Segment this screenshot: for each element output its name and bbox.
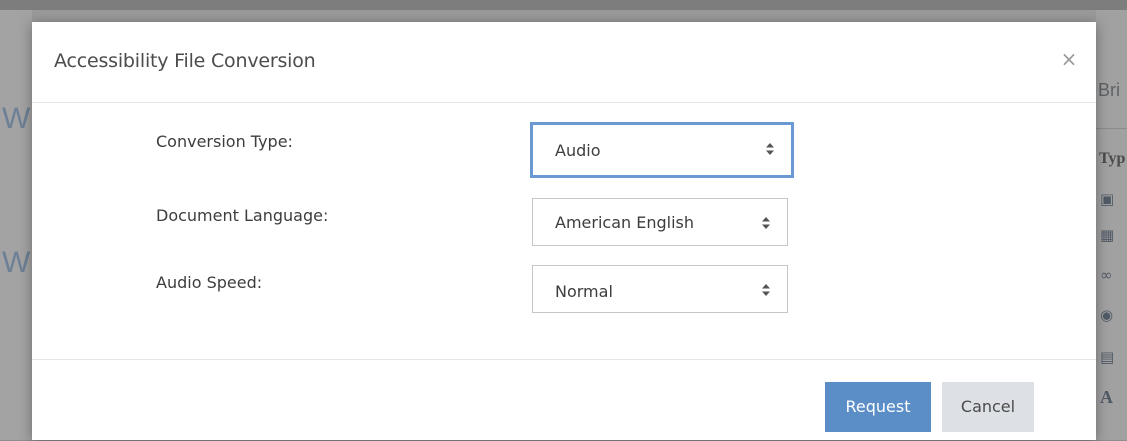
- table-icon: ▤: [1100, 348, 1115, 366]
- link-icon: ∞: [1100, 266, 1113, 284]
- document-language-row: Document Language: American English: [32, 198, 1096, 248]
- document-language-value: American English: [555, 213, 694, 232]
- document-language-label: Document Language:: [156, 206, 329, 225]
- audio-speed-value: Normal: [555, 282, 613, 301]
- background-heading-letter: W: [2, 102, 31, 135]
- dialog-footer: Request Cancel: [32, 359, 1096, 441]
- conversion-dialog: Accessibility File Conversion × Conversi…: [32, 22, 1096, 440]
- background-right-heading: Bri: [1098, 80, 1120, 100]
- dialog-header: Accessibility File Conversion ×: [32, 22, 1096, 103]
- image-icon: ▣: [1100, 190, 1115, 208]
- select-arrows-icon: [762, 284, 770, 296]
- play-icon: ◉: [1100, 306, 1114, 324]
- background-left-panel: W W: [0, 10, 32, 440]
- audio-speed-row: Audio Speed: Normal: [32, 265, 1096, 315]
- document-language-select[interactable]: American English: [532, 198, 788, 246]
- close-icon[interactable]: ×: [1058, 48, 1080, 70]
- audio-speed-label: Audio Speed:: [156, 273, 263, 292]
- conversion-type-select[interactable]: Audio: [530, 122, 794, 178]
- dialog-title: Accessibility File Conversion: [54, 50, 316, 72]
- background-top-strip: [0, 0, 1127, 10]
- conversion-type-row: Conversion Type: Audio: [32, 118, 1096, 178]
- conversion-type-value: Audio: [555, 141, 601, 160]
- select-arrows-icon: [762, 217, 770, 229]
- conversion-type-label: Conversion Type:: [156, 132, 293, 151]
- grid-icon: ▦: [1100, 226, 1115, 244]
- background-heading-letter: W: [2, 246, 31, 279]
- background-divider: [1096, 128, 1127, 129]
- text-icon: A: [1100, 387, 1113, 407]
- background-right-column-header: Typ: [1099, 150, 1126, 167]
- select-arrows-icon: [766, 143, 774, 155]
- request-button[interactable]: Request: [825, 382, 931, 432]
- audio-speed-select[interactable]: Normal: [532, 265, 788, 313]
- cancel-button[interactable]: Cancel: [942, 382, 1034, 432]
- background-right-panel: Bri Typ ▣ ▦ ∞ ◉ ▤ A: [1096, 10, 1127, 440]
